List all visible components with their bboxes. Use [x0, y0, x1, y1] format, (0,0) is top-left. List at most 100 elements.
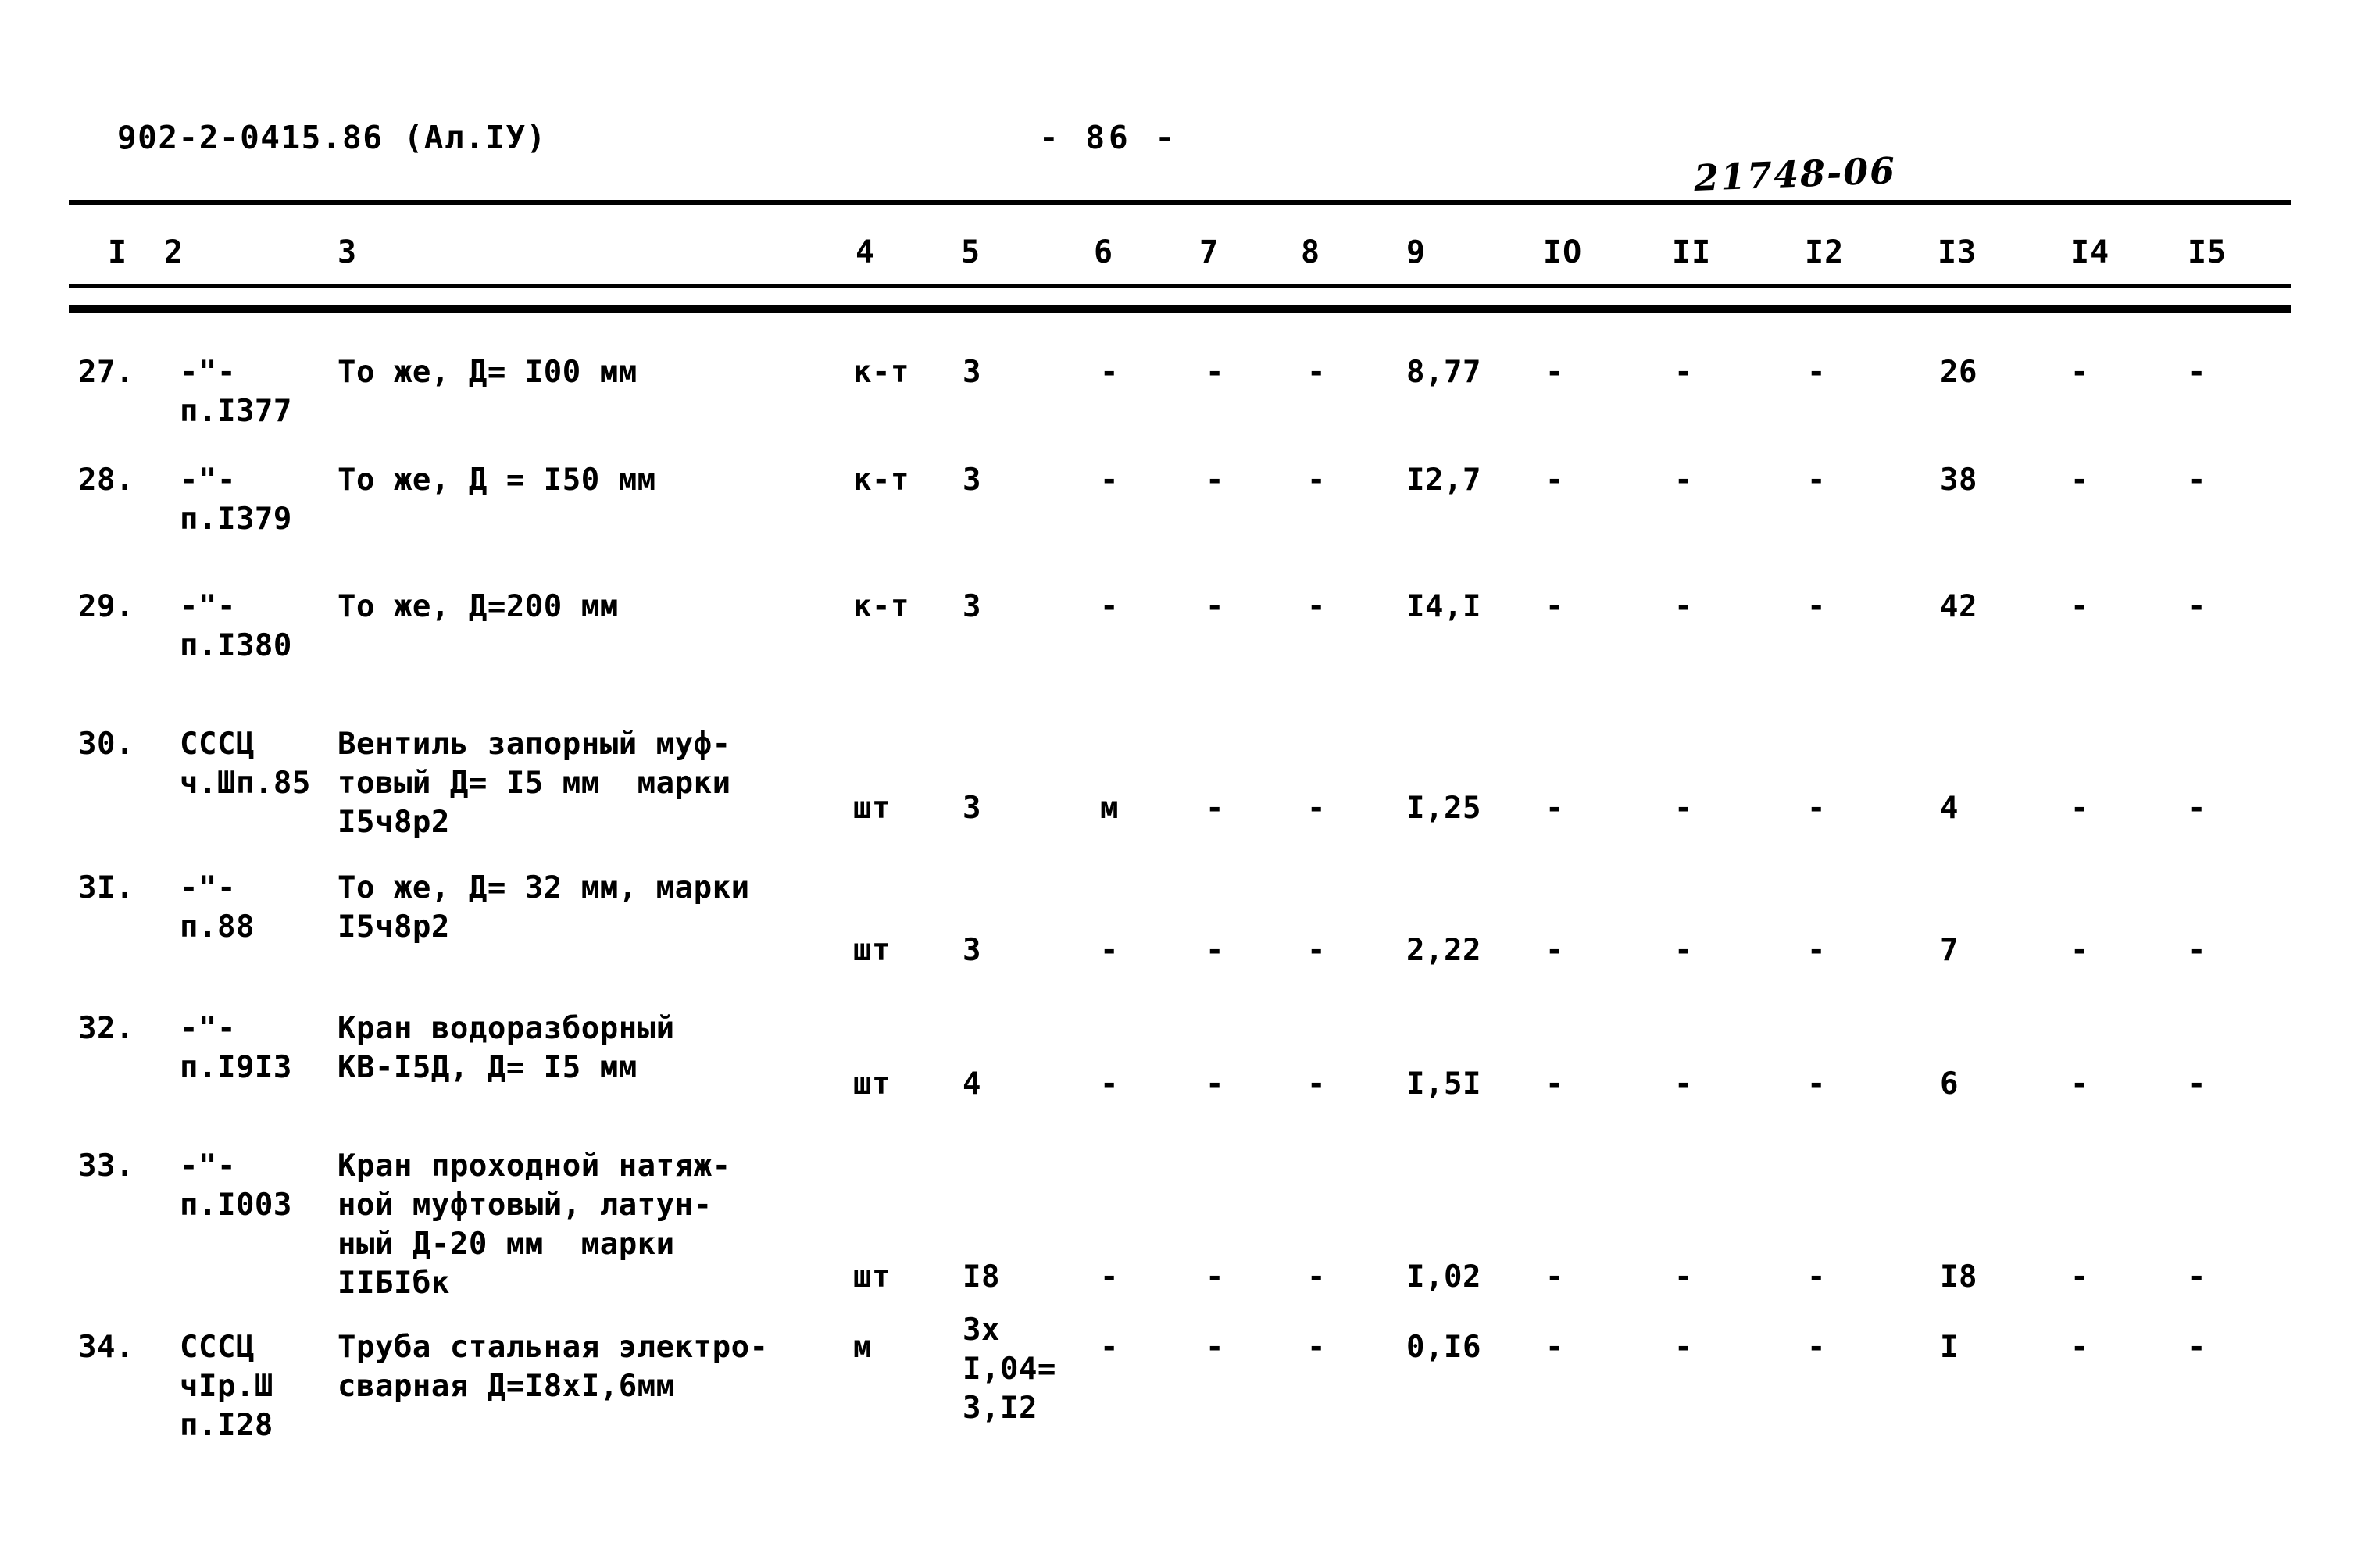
col14-cell: -: [2070, 1330, 2089, 1365]
column-header-4: 4: [856, 234, 876, 270]
col12-cell: -: [1807, 791, 1826, 826]
col9-cell: I2,7: [1406, 463, 1481, 498]
col15-cell: -: [2188, 355, 2206, 390]
description-line-3: ный Д-20 мм марки: [338, 1227, 675, 1262]
resource-code-cell: -"- п.I380: [180, 588, 292, 666]
col11-cell: -: [1674, 791, 1693, 826]
resource-code-line-2: п.I377: [180, 394, 292, 429]
row-number: 3I.: [78, 870, 134, 905]
col6-cell: -: [1100, 355, 1119, 390]
resource-code-cell: -"- п.I377: [180, 353, 292, 431]
col11-cell: -: [1674, 1259, 1693, 1295]
col10-cell: -: [1545, 791, 1564, 826]
row-number: 28.: [78, 463, 134, 498]
resource-code-cell: -"- п.I003: [180, 1147, 292, 1225]
col14-cell: -: [2070, 933, 2089, 968]
unit-cell: к-т: [853, 589, 909, 624]
col13-cell: 6: [1940, 1066, 1959, 1102]
col15-cell: -: [2188, 1330, 2206, 1365]
unit-cell: шт: [853, 1259, 891, 1295]
col7-cell: -: [1206, 1259, 1224, 1295]
col9-cell: 0,I6: [1406, 1330, 1481, 1365]
column-header-11: II: [1672, 234, 1712, 270]
resource-code-line-1: -"-: [180, 589, 236, 624]
col9-cell: 8,77: [1406, 355, 1481, 390]
col7-cell: -: [1206, 1066, 1224, 1102]
quantity-cell: I8: [963, 1259, 1000, 1295]
unit-cell: шт: [853, 933, 891, 968]
col8-cell: -: [1307, 933, 1326, 968]
quantity-cell: 3: [963, 933, 981, 968]
description-cell: То же, Д=200 мм: [338, 588, 619, 627]
col6-cell: -: [1100, 933, 1119, 968]
description-line-3: I5ч8р2: [338, 805, 450, 840]
horizontal-rule-thick: [69, 305, 2291, 313]
scanned-document-page: 902-2-0415.86 (Ал.IУ) - 86 - 21748-06 I2…: [0, 0, 2354, 1568]
col15-cell: -: [2188, 589, 2206, 624]
col14-cell: -: [2070, 463, 2089, 498]
resource-code-cell: -"- п.I9I3: [180, 1009, 292, 1088]
col11-cell: -: [1674, 589, 1693, 624]
description-line-1: Кран проходной натяж-: [338, 1148, 731, 1184]
col13-cell: 4: [1940, 791, 1959, 826]
column-header-3: 3: [338, 234, 358, 270]
col6-cell: -: [1100, 1330, 1119, 1365]
col7-cell: -: [1206, 933, 1224, 968]
handwritten-stamp: 21748-06: [1693, 149, 1898, 199]
description-line-2: ной муфтовый, латун-: [338, 1188, 713, 1223]
resource-code-line-2: ч.Шп.85: [180, 766, 311, 801]
resource-code-line-2: п.I380: [180, 628, 292, 663]
col13-cell: 26: [1940, 355, 1977, 390]
col10-cell: -: [1545, 933, 1564, 968]
resource-code-cell: СССЦ чIр.Ш п.I28: [180, 1328, 273, 1445]
unit-cell: шт: [853, 791, 891, 826]
column-header-2: 2: [164, 234, 184, 270]
resource-code-line-2: чIр.Ш: [180, 1369, 273, 1404]
column-header-1: I: [108, 234, 128, 270]
resource-code-line-2: п.I9I3: [180, 1050, 292, 1085]
col7-cell: -: [1206, 463, 1224, 498]
row-number: 29.: [78, 589, 134, 624]
resource-code-line-2: п.I379: [180, 502, 292, 537]
col8-cell: -: [1307, 589, 1326, 624]
resource-code-cell: -"- п.I379: [180, 461, 292, 539]
description-line-2: товый Д= I5 мм марки: [338, 766, 731, 801]
col9-cell: I4,I: [1406, 589, 1481, 624]
col10-cell: -: [1545, 1066, 1564, 1102]
description-line-2: КВ-I5Д, Д= I5 мм: [338, 1050, 638, 1085]
col13-cell: I: [1940, 1330, 1959, 1365]
description-line-1: Труба стальная электро-: [338, 1330, 769, 1365]
document-code: 902-2-0415.86 (Ал.IУ): [117, 119, 547, 156]
col11-cell: -: [1674, 355, 1693, 390]
col12-cell: -: [1807, 1330, 1826, 1365]
col15-cell: -: [2188, 463, 2206, 498]
quantity-cell: 3: [963, 463, 981, 498]
col9-cell: I,02: [1406, 1259, 1481, 1295]
col10-cell: -: [1545, 589, 1564, 624]
col10-cell: -: [1545, 463, 1564, 498]
description-line-2: сварная Д=I8хI,6мм: [338, 1369, 675, 1404]
description-line-1: То же, Д= 32 мм, марки: [338, 870, 750, 905]
col15-cell: -: [2188, 933, 2206, 968]
col13-cell: 42: [1940, 589, 1977, 624]
column-header-10: IO: [1543, 234, 1583, 270]
resource-code-line-1: -"-: [180, 463, 236, 498]
col7-cell: -: [1206, 1330, 1224, 1365]
quantity-cell: 3: [963, 791, 981, 826]
resource-code-cell: -"- п.88: [180, 869, 255, 947]
resource-code-line-1: -"-: [180, 1148, 236, 1184]
col15-cell: -: [2188, 791, 2206, 826]
description-cell: То же, Д = I50 мм: [338, 461, 656, 500]
col11-cell: -: [1674, 1066, 1693, 1102]
col12-cell: -: [1807, 355, 1826, 390]
description-cell: То же, Д= 32 мм, марки I5ч8р2: [338, 869, 750, 947]
col7-cell: -: [1206, 355, 1224, 390]
col6-cell: м: [1100, 791, 1119, 826]
unit-cell: к-т: [853, 355, 909, 390]
col8-cell: -: [1307, 355, 1326, 390]
quantity-cell: 3: [963, 355, 981, 390]
horizontal-rule-under-headers: [69, 284, 2291, 288]
page-number: - 86 -: [1039, 119, 1179, 156]
col14-cell: -: [2070, 791, 2089, 826]
quantity-cell: 3: [963, 589, 981, 624]
